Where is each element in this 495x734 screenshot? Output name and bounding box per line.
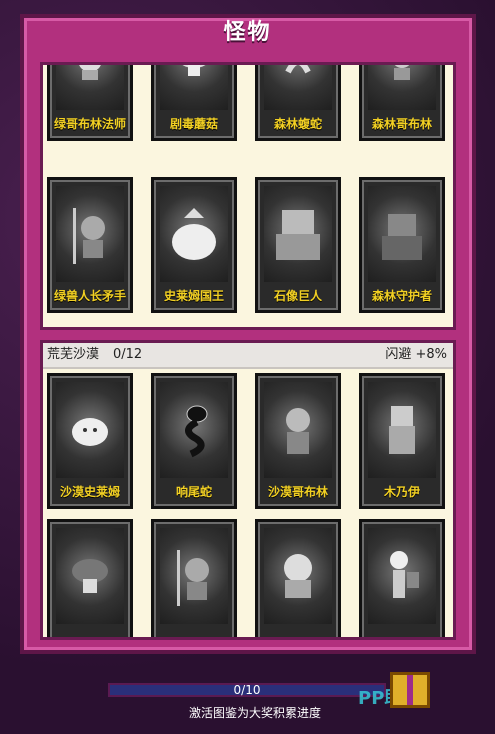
monster-card[interactable]: 绿兽人长矛手 [47,177,133,313]
monster-name: 森林哥布林 [371,117,432,131]
monster-name: 绿哥布林法师 [53,117,126,131]
monster-card[interactable] [151,519,237,637]
monster-name: 石像巨人 [273,289,322,303]
monster-name: 森林蝮蛇 [273,117,322,131]
reward-hint: 激活图鉴为大奖积累进度 [188,706,321,720]
goblin-icon [264,382,332,478]
monster-card[interactable]: 木乃伊 [359,373,445,509]
monster-name: 绿兽人长矛手 [53,289,126,303]
section-name: 荒芜沙漠 [47,347,100,362]
monster-card[interactable]: 沙漠哥布林 [255,373,341,509]
goblin-icon [368,65,436,110]
forest-guardian-icon [368,186,436,282]
orc-spearman-icon [160,528,228,624]
goblin-mage-icon [56,65,124,110]
beast-icon [264,528,332,624]
stone-golem-icon [264,186,332,282]
monster-name: 史莱姆国王 [163,289,224,303]
monster-card[interactable]: 森林守护者 [359,177,445,313]
monster-name: 木乃伊 [383,485,420,499]
monster-section-desert[interactable]: 荒芜沙漠 0/12 闪避 +8% 沙漠史莱姆 响尾蛇 沙漠哥布林 木乃伊 [40,340,456,640]
monster-name: 剧毒蘑菇 [169,117,218,131]
snake-icon [264,65,332,110]
monster-card[interactable]: 石像巨人 [255,177,341,313]
section-count: 0/12 [113,347,143,362]
gift-chest-icon[interactable] [390,672,430,708]
mushroom-icon [56,528,124,624]
monster-card[interactable]: 森林蝮蛇 [255,65,341,141]
mummy-icon [368,382,436,478]
monster-card[interactable] [47,519,133,637]
reward-progress-text: 0/10 [233,683,261,697]
monster-card[interactable]: 绿哥布林法师 [47,65,133,141]
monster-name: 响尾蛇 [175,485,212,499]
monster-section-forest[interactable]: 绿哥布林法师 剧毒蘑菇 森林蝮蛇 森林哥布林 绿兽人长矛手 史莱姆国王 石像巨人… [40,62,456,330]
section-header: 荒芜沙漠 0/12 闪避 +8% [43,343,453,369]
section-bonus: 闪避 +8% [385,347,447,362]
monster-card[interactable]: 史莱姆国王 [151,177,237,313]
monster-name: 沙漠史莱姆 [59,485,120,499]
page-title: 怪物 [223,20,272,45]
monster-card[interactable]: 剧毒蘑菇 [151,65,237,141]
monster-card[interactable]: 响尾蛇 [151,373,237,509]
monster-card[interactable]: 沙漠史莱姆 [47,373,133,509]
orc-spearman-icon [56,186,124,282]
monster-card[interactable] [359,519,445,637]
monster-name: 森林守护者 [371,289,432,303]
mushroom-icon [160,65,228,110]
monster-name: 沙漠哥布林 [267,485,328,499]
skeleton-knight-icon [368,528,436,624]
slime-king-icon [160,186,228,282]
slime-icon [56,382,124,478]
monster-card[interactable]: 森林哥布林 [359,65,445,141]
rattlesnake-icon [160,382,228,478]
monster-card[interactable] [255,519,341,637]
